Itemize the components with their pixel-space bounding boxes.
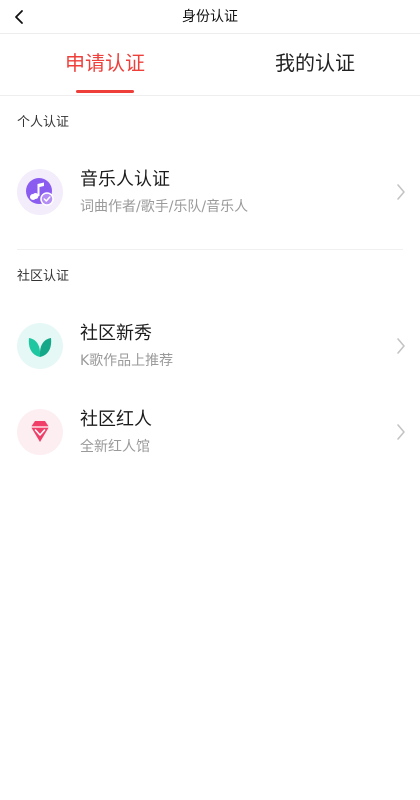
- tab-my-verification-label: 我的认证: [275, 51, 355, 75]
- identity-verification-page: 身份认证 申请认证 我的认证 个人认证 音乐人认证 词曲作者/歌手/乐队/音乐人: [0, 0, 420, 800]
- section-divider: [17, 249, 403, 250]
- list-item-community-influencer[interactable]: 社区红人 全新红人馆: [0, 392, 420, 472]
- music-note-badge-icon: [17, 169, 63, 215]
- leaf-sprout-icon: [17, 323, 63, 369]
- section-title-community: 社区认证: [17, 269, 70, 284]
- active-tab-indicator: [76, 90, 134, 93]
- tab-bar: 申请认证 我的认证: [0, 34, 420, 96]
- item-subtitle: 词曲作者/歌手/乐队/音乐人: [80, 199, 249, 215]
- chevron-right-icon: [397, 184, 405, 200]
- tab-my-verification[interactable]: 我的认证: [210, 34, 420, 96]
- page-title: 身份认证: [182, 9, 238, 25]
- item-title: 音乐人认证: [80, 169, 170, 190]
- tab-apply-verification-label: 申请认证: [65, 51, 145, 75]
- chevron-right-icon: [397, 424, 405, 440]
- list-item-community-newcomer[interactable]: 社区新秀 K歌作品上推荐: [0, 306, 420, 386]
- section-title-personal: 个人认证: [17, 115, 70, 130]
- item-subtitle: K歌作品上推荐: [80, 353, 174, 369]
- nav-bar: 身份认证: [0, 0, 420, 34]
- list-item-musician-verification[interactable]: 音乐人认证 词曲作者/歌手/乐队/音乐人: [0, 152, 420, 232]
- item-title: 社区红人: [80, 409, 152, 430]
- item-title: 社区新秀: [80, 323, 152, 344]
- diamond-icon: [17, 409, 63, 455]
- item-subtitle: 全新红人馆: [80, 439, 150, 455]
- tab-apply-verification[interactable]: 申请认证: [0, 34, 210, 96]
- chevron-right-icon: [397, 338, 405, 354]
